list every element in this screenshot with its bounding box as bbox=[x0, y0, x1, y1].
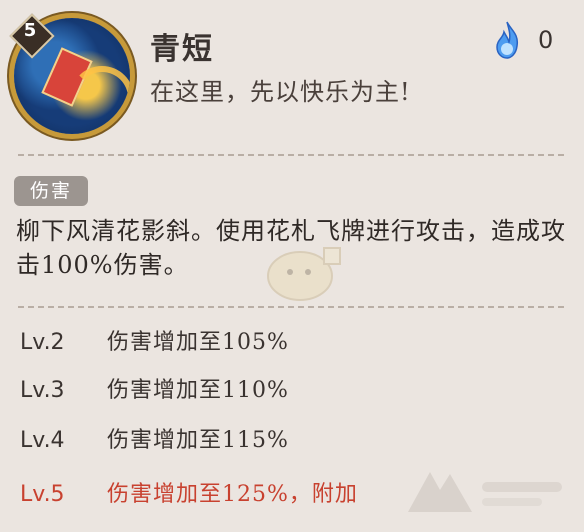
level-row-highlight: Lv.5 伤害增加至125%，附加 bbox=[20, 478, 358, 512]
level-badge: 5 bbox=[9, 13, 55, 59]
watermark-mascot-icon bbox=[267, 247, 341, 301]
skill-card: 5 青短 在这里，先以快乐为主! 0 伤害 柳下风清花影斜。使用花札飞牌进行攻击… bbox=[0, 0, 584, 532]
header-divider bbox=[18, 154, 564, 156]
level-label: Lv.4 bbox=[20, 428, 65, 453]
site-logo-watermark bbox=[408, 472, 562, 512]
skill-icon-frame: 5 bbox=[9, 13, 134, 138]
levels-divider bbox=[18, 306, 564, 308]
level-row: Lv.3 伤害增加至110% bbox=[20, 374, 289, 408]
blue-soul-fire-icon bbox=[496, 21, 519, 59]
level-effect: 伤害增加至125%，附加 bbox=[107, 482, 358, 507]
soul-fire-cost: 0 bbox=[538, 26, 554, 54]
level-effect: 伤害增加至110% bbox=[107, 378, 289, 403]
damage-tag: 伤害 bbox=[14, 176, 88, 206]
level-label: Lv.2 bbox=[20, 330, 65, 355]
skill-quote: 在这里，先以快乐为主! bbox=[150, 78, 411, 106]
skill-name: 青短 bbox=[150, 32, 214, 67]
level-label: Lv.5 bbox=[20, 482, 65, 507]
level-row: Lv.2 伤害增加至105% bbox=[20, 326, 289, 360]
level-row: Lv.4 伤害增加至115% bbox=[20, 424, 289, 458]
level-badge-number: 5 bbox=[23, 20, 37, 41]
level-effect: 伤害增加至105% bbox=[107, 330, 289, 355]
level-effect: 伤害增加至115% bbox=[107, 428, 289, 453]
level-label: Lv.3 bbox=[20, 378, 65, 403]
